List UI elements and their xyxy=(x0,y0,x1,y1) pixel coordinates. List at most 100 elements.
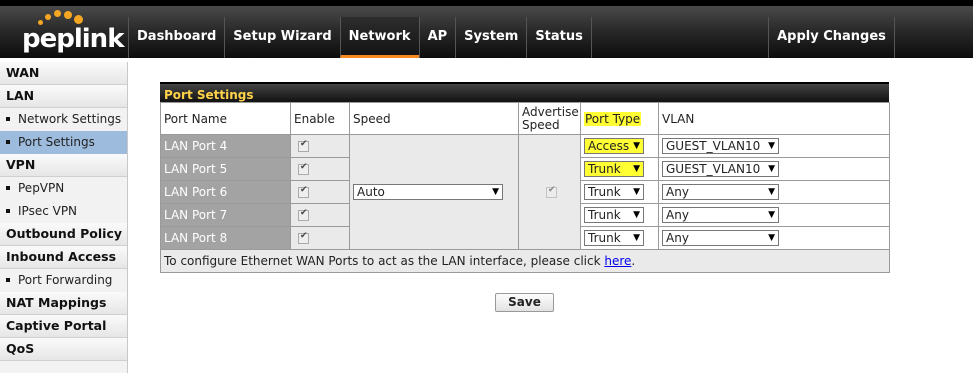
vlan-value: Any xyxy=(666,185,689,199)
chevron-down-icon: ▼ xyxy=(768,233,775,243)
chevron-down-icon: ▼ xyxy=(492,187,499,197)
port-type-cell: Trunk ▼ xyxy=(580,180,659,204)
sidebar-item-network-settings[interactable]: Network Settings xyxy=(0,108,127,131)
speed-cell: Auto ▼ xyxy=(349,134,519,250)
nav-setup-wizard[interactable]: Setup Wizard xyxy=(224,17,339,58)
sidebar-item-captive-portal[interactable]: Captive Portal xyxy=(0,315,127,338)
vlan-select[interactable]: Any ▼ xyxy=(662,230,779,246)
vlan-value: GUEST_VLAN10 xyxy=(666,162,761,176)
bullet-icon xyxy=(6,186,10,190)
enable-checkbox[interactable] xyxy=(298,139,309,152)
nav-dashboard[interactable]: Dashboard xyxy=(128,17,224,58)
port-name-cell: LAN Port 7 xyxy=(160,203,291,227)
here-link[interactable]: here xyxy=(604,254,631,268)
enable-checkbox[interactable] xyxy=(298,231,309,244)
enable-checkbox[interactable] xyxy=(298,162,309,175)
nav-network[interactable]: Network xyxy=(339,17,419,58)
chevron-down-icon: ▼ xyxy=(768,141,775,151)
vlan-select[interactable]: GUEST_VLAN10 ▼ xyxy=(662,138,779,154)
nav-ap[interactable]: AP xyxy=(418,17,456,58)
save-button[interactable]: Save xyxy=(495,293,554,312)
port-type-select[interactable]: Access ▼ xyxy=(584,138,644,154)
vlan-cell: GUEST_VLAN10 ▼ xyxy=(658,134,890,158)
port-type-value: Access xyxy=(588,139,630,153)
sidebar-item-port-forwarding[interactable]: Port Forwarding xyxy=(0,269,127,292)
nav-system[interactable]: System xyxy=(455,17,526,58)
col-enable: Enable xyxy=(290,102,350,135)
port-settings-table: Port Name Enable Speed Advertise Speed P… xyxy=(160,102,890,273)
port-type-cell: Trunk ▼ xyxy=(580,203,659,227)
port-type-value: Trunk xyxy=(588,162,621,176)
enable-cell xyxy=(290,134,350,158)
advertise-speed-checkbox xyxy=(546,185,557,198)
sidebar-section-qos[interactable]: QoS xyxy=(0,338,127,361)
sidebar: WAN LAN Network Settings Port Settings V… xyxy=(0,62,128,373)
chevron-down-icon: ▼ xyxy=(633,141,641,151)
port-type-select[interactable]: Trunk ▼ xyxy=(584,184,644,200)
port-type-select[interactable]: Trunk ▼ xyxy=(584,207,644,223)
speed-select-value: Auto xyxy=(357,185,385,199)
advertise-speed-cell xyxy=(518,134,581,250)
bullet-icon xyxy=(6,278,10,282)
main-nav: Dashboard Setup Wizard Network AP System… xyxy=(128,17,592,58)
vlan-value: Any xyxy=(666,208,689,222)
enable-cell xyxy=(290,226,350,250)
panel-title: Port Settings xyxy=(160,82,889,102)
chevron-down-icon: ▼ xyxy=(633,210,640,220)
enable-checkbox[interactable] xyxy=(298,185,309,198)
chevron-down-icon: ▼ xyxy=(633,233,640,243)
vlan-select[interactable]: Any ▼ xyxy=(662,207,779,223)
vlan-select[interactable]: Any ▼ xyxy=(662,184,779,200)
bullet-icon xyxy=(6,117,10,121)
port-type-header-label: Port Type xyxy=(584,111,642,126)
speed-select[interactable]: Auto ▼ xyxy=(353,184,503,200)
peplink-logo[interactable]: peplink xyxy=(22,10,124,54)
sidebar-item-nat-mappings[interactable]: NAT Mappings xyxy=(0,292,127,315)
col-port-name: Port Name xyxy=(160,102,291,135)
sidebar-item-label: PepVPN xyxy=(18,181,65,195)
vlan-cell: Any ▼ xyxy=(658,226,890,250)
enable-checkbox[interactable] xyxy=(298,208,309,221)
nav-status[interactable]: Status xyxy=(526,17,592,58)
col-advertise-speed: Advertise Speed xyxy=(518,102,581,135)
sidebar-item-label: Network Settings xyxy=(18,112,122,126)
sidebar-item-port-settings[interactable]: Port Settings xyxy=(0,131,127,154)
port-name-cell: LAN Port 6 xyxy=(160,180,291,204)
port-type-select[interactable]: Trunk ▼ xyxy=(584,230,644,246)
logo-text: peplink xyxy=(22,24,124,54)
note-text: To configure Ethernet WAN Ports to act a… xyxy=(164,254,605,268)
vlan-cell: GUEST_VLAN10 ▼ xyxy=(658,157,890,181)
vlan-select[interactable]: GUEST_VLAN10 ▼ xyxy=(662,161,779,177)
sidebar-section-vpn[interactable]: VPN xyxy=(0,154,127,177)
top-bar: peplink Dashboard Setup Wizard Network A… xyxy=(0,0,973,58)
sidebar-item-wan[interactable]: WAN xyxy=(0,62,127,85)
sidebar-item-label: Port Settings xyxy=(18,135,95,149)
table-header-row: Port Name Enable Speed Advertise Speed P… xyxy=(160,102,890,135)
chevron-down-icon: ▼ xyxy=(768,210,775,220)
enable-cell xyxy=(290,157,350,181)
port-name-cell: LAN Port 8 xyxy=(160,226,291,250)
port-type-value: Trunk xyxy=(588,231,621,245)
vlan-value: Any xyxy=(666,231,689,245)
sidebar-item-ipsec-vpn[interactable]: IPsec VPN xyxy=(0,200,127,223)
sidebar-section-inbound-access[interactable]: Inbound Access xyxy=(0,246,127,269)
chevron-down-icon: ▼ xyxy=(768,187,775,197)
wan-ports-note: To configure Ethernet WAN Ports to act a… xyxy=(160,249,890,273)
sidebar-section-lan[interactable]: LAN xyxy=(0,85,127,108)
col-speed: Speed xyxy=(349,102,519,135)
enable-cell xyxy=(290,180,350,204)
col-vlan: VLAN xyxy=(658,102,890,135)
port-type-value: Trunk xyxy=(588,208,621,222)
note-end: . xyxy=(631,254,636,268)
chevron-down-icon: ▼ xyxy=(633,164,640,174)
port-type-cell: Trunk ▼ xyxy=(580,226,659,250)
port-settings-panel: Port Settings Port Name Enable Speed Adv… xyxy=(160,82,890,273)
apply-changes-button[interactable]: Apply Changes xyxy=(768,17,895,58)
sidebar-item-outbound-policy[interactable]: Outbound Policy xyxy=(0,223,127,246)
table-row: LAN Port 4 Auto▼ Access▼ GUEST_VLAN10▼ xyxy=(160,134,890,250)
port-name-cell: LAN Port 5 xyxy=(160,157,291,181)
port-type-value: Trunk xyxy=(588,185,621,199)
port-type-select[interactable]: Trunk ▼ xyxy=(584,161,644,177)
note-row: To configure Ethernet WAN Ports to act a… xyxy=(160,249,890,273)
sidebar-item-pepvpn[interactable]: PepVPN xyxy=(0,177,127,200)
